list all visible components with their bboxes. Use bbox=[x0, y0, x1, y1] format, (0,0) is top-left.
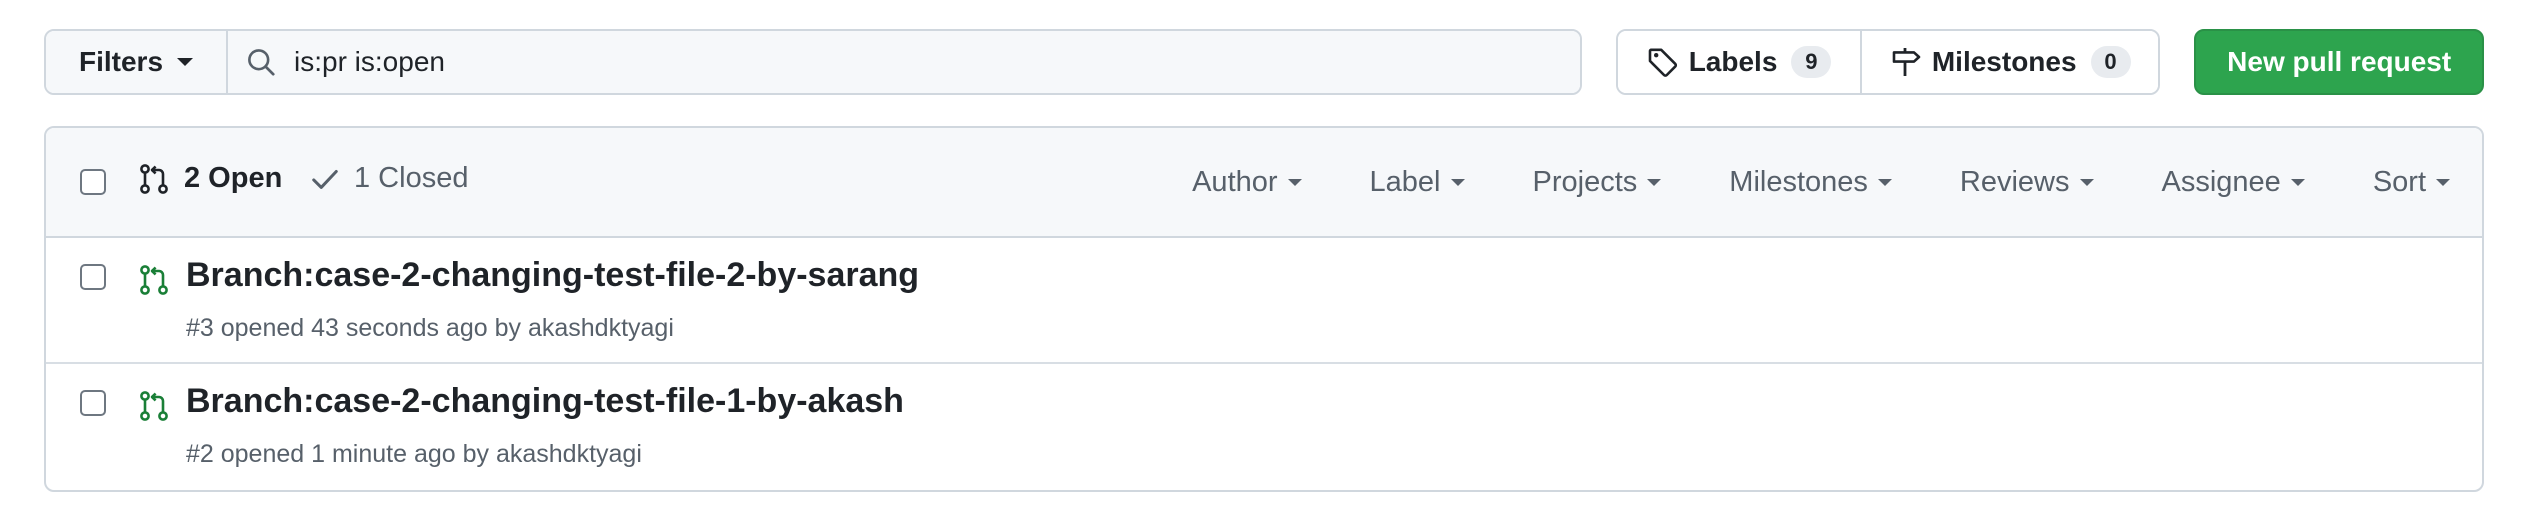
toolbar: Filters Labels 9 bbox=[44, 29, 2484, 95]
chevron-down-icon bbox=[1877, 178, 1892, 186]
label-filter-label: Label bbox=[1369, 165, 1441, 198]
pull-request-meta: #3 opened 43 seconds ago by akashdktyagi bbox=[186, 314, 674, 343]
pull-request-author-link[interactable]: akashdktyagi bbox=[528, 314, 674, 342]
pull-request-opened-info: #3 opened 43 seconds ago by bbox=[186, 314, 528, 342]
filters-dropdown-button[interactable]: Filters bbox=[46, 31, 228, 93]
git-pull-request-icon bbox=[140, 391, 168, 421]
sort-label: Sort bbox=[2372, 165, 2426, 198]
closed-filter-tab[interactable]: 1 Closed bbox=[310, 162, 468, 195]
reviews-filter-label: Reviews bbox=[1959, 165, 2070, 198]
assignee-filter-label: Assignee bbox=[2161, 165, 2281, 198]
reviews-filter-dropdown[interactable]: Reviews bbox=[1960, 166, 2094, 199]
pull-request-opened-info: #2 opened 1 minute ago by bbox=[186, 440, 496, 468]
labels-count-badge: 9 bbox=[1791, 46, 1832, 78]
chevron-down-icon bbox=[2079, 178, 2094, 186]
milestones-label: Milestones bbox=[1931, 46, 2077, 77]
author-filter-label: Author bbox=[1192, 165, 1278, 198]
labels-milestones-nav: Labels 9 Milestones 0 bbox=[1616, 29, 2161, 95]
milestone-icon bbox=[1892, 48, 1921, 76]
open-count-label: 2 Open bbox=[184, 162, 283, 194]
label-filter-dropdown[interactable]: Label bbox=[1370, 166, 1465, 199]
search-icon bbox=[248, 49, 275, 76]
search-box bbox=[228, 31, 1581, 93]
milestones-filter-dropdown[interactable]: Milestones bbox=[1729, 166, 1892, 199]
chevron-down-icon bbox=[1647, 178, 1662, 186]
sort-dropdown[interactable]: Sort bbox=[2373, 166, 2450, 199]
assignee-filter-dropdown[interactable]: Assignee bbox=[2162, 166, 2305, 199]
milestones-button[interactable]: Milestones 0 bbox=[1862, 31, 2159, 93]
closed-count-label: 1 Closed bbox=[354, 162, 469, 194]
filters-label: Filters bbox=[78, 46, 164, 77]
pull-request-title-link[interactable]: Branch:case-2-changing-test-file-2-by-sa… bbox=[186, 256, 919, 295]
header-filter-menus: Author Label Projects Milestones Reviews bbox=[1124, 128, 2450, 236]
pull-request-row: Branch:case-2-changing-test-file-1-by-ak… bbox=[46, 364, 2482, 490]
check-icon bbox=[312, 169, 338, 189]
chevron-down-icon bbox=[2436, 178, 2450, 186]
pull-requests-page: Filters Labels 9 bbox=[0, 0, 2526, 508]
labels-label: Labels bbox=[1688, 46, 1778, 77]
pull-request-row: Branch:case-2-changing-test-file-2-by-sa… bbox=[46, 238, 2482, 364]
projects-filter-dropdown[interactable]: Projects bbox=[1533, 166, 1662, 199]
projects-filter-label: Projects bbox=[1532, 165, 1638, 198]
milestones-count-badge: 0 bbox=[2090, 46, 2131, 78]
labels-button[interactable]: Labels 9 bbox=[1618, 31, 1863, 93]
select-all-checkbox[interactable] bbox=[80, 169, 106, 195]
pull-request-checkbox[interactable] bbox=[80, 264, 106, 290]
pull-request-author-link[interactable]: akashdktyagi bbox=[496, 440, 642, 468]
pull-request-list: 2 Open 1 Closed Author Label Projects Mi… bbox=[44, 126, 2484, 492]
author-filter-dropdown[interactable]: Author bbox=[1192, 165, 1302, 199]
open-filter-tab[interactable]: 2 Open bbox=[138, 162, 282, 195]
git-pull-request-icon bbox=[140, 163, 168, 194]
search-input[interactable] bbox=[294, 31, 1581, 93]
pull-request-checkbox[interactable] bbox=[80, 390, 106, 416]
chevron-down-icon bbox=[177, 58, 194, 66]
list-header: 2 Open 1 Closed Author Label Projects Mi… bbox=[46, 128, 2482, 238]
tag-icon bbox=[1648, 48, 1677, 77]
chevron-down-icon bbox=[1287, 178, 1302, 186]
filter-search-group: Filters bbox=[44, 29, 1583, 95]
chevron-down-icon bbox=[1450, 178, 1465, 186]
new-pull-request-button[interactable]: New pull request bbox=[2194, 29, 2484, 95]
pull-request-title-link[interactable]: Branch:case-2-changing-test-file-1-by-ak… bbox=[186, 382, 904, 421]
milestones-filter-label: Milestones bbox=[1729, 165, 1868, 198]
chevron-down-icon bbox=[2290, 178, 2305, 186]
pull-request-meta: #2 opened 1 minute ago by akashdktyagi bbox=[186, 440, 642, 469]
git-pull-request-icon bbox=[140, 265, 168, 295]
